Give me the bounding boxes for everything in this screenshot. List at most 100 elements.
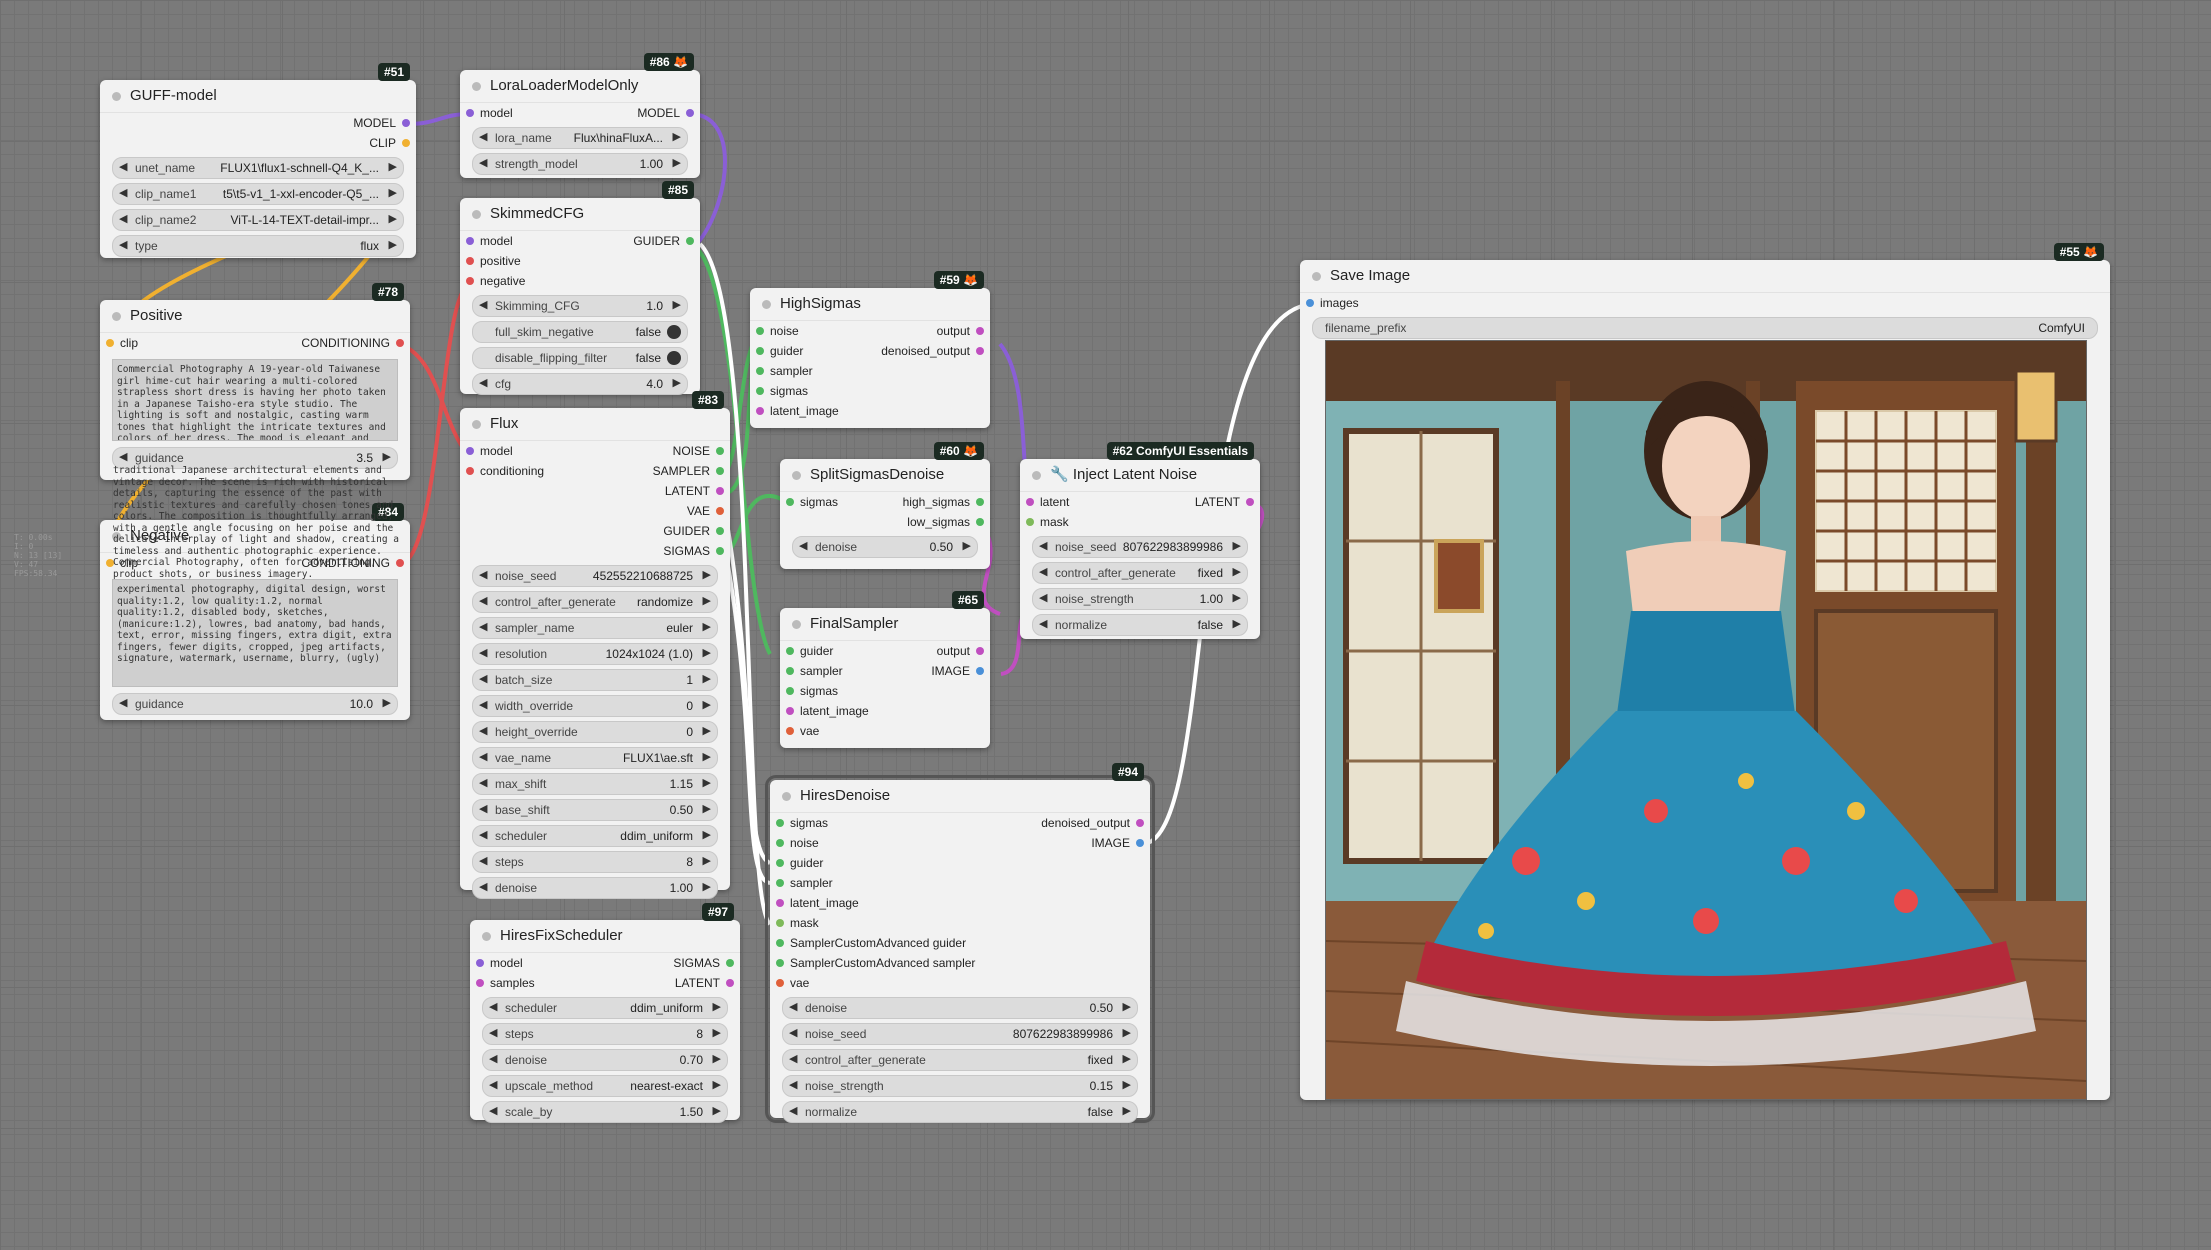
collapse-dot-icon[interactable] bbox=[472, 210, 481, 219]
widget-resolution[interactable]: ◀ resolution 1024x1024 (1.0) ▶ bbox=[472, 643, 718, 665]
input-socket-icon[interactable] bbox=[476, 979, 484, 987]
io-model[interactable]: model MODEL bbox=[460, 103, 700, 123]
output-vae[interactable]: VAE bbox=[460, 501, 730, 521]
input-socket-icon[interactable] bbox=[776, 859, 784, 867]
collapse-dot-icon[interactable] bbox=[482, 932, 491, 941]
arrow-left-icon[interactable]: ◀ bbox=[489, 1052, 497, 1065]
io-model-sigmas[interactable]: model SIGMAS bbox=[470, 953, 740, 973]
arrow-right-icon[interactable]: ▶ bbox=[703, 880, 711, 893]
input-sca-guider[interactable]: SamplerCustomAdvanced guider bbox=[770, 933, 1150, 953]
output-latent[interactable]: LATENT bbox=[460, 481, 730, 501]
input-socket-icon[interactable] bbox=[466, 447, 474, 455]
arrow-left-icon[interactable]: ◀ bbox=[789, 1052, 797, 1065]
node-title[interactable]: GUFF-model bbox=[100, 80, 416, 113]
toggle-knob-icon[interactable] bbox=[667, 325, 681, 339]
arrow-left-icon[interactable]: ◀ bbox=[1039, 591, 1047, 604]
arrow-right-icon[interactable]: ▶ bbox=[1233, 617, 1241, 630]
node-title[interactable]: Flux bbox=[460, 408, 730, 441]
collapse-dot-icon[interactable] bbox=[762, 300, 771, 309]
widget-skimming-cfg[interactable]: ◀ Skimming_CFG 1.0 ▶ bbox=[472, 295, 688, 317]
collapse-dot-icon[interactable] bbox=[472, 82, 481, 91]
arrow-left-icon[interactable]: ◀ bbox=[1039, 539, 1047, 552]
input-socket-icon[interactable] bbox=[466, 277, 474, 285]
node-title[interactable]: SplitSigmasDenoise bbox=[780, 459, 990, 492]
io-noise-output[interactable]: noise output bbox=[750, 321, 990, 341]
node-title[interactable]: 🔧 Inject Latent Noise bbox=[1020, 459, 1260, 492]
input-latent-image[interactable]: latent_image bbox=[780, 701, 990, 721]
widget-control-after-generate[interactable]: ◀ control_after_generate fixed ▶ bbox=[1032, 562, 1248, 584]
arrow-right-icon[interactable]: ▶ bbox=[703, 620, 711, 633]
arrow-right-icon[interactable]: ▶ bbox=[963, 539, 971, 552]
output-socket-icon[interactable] bbox=[402, 139, 410, 147]
input-socket-icon[interactable] bbox=[776, 879, 784, 887]
collapse-dot-icon[interactable] bbox=[1032, 471, 1041, 480]
arrow-left-icon[interactable]: ◀ bbox=[479, 880, 487, 893]
node-guff-model[interactable]: #51 GUFF-model MODEL CLIP ◀ unet_name FLUX… bbox=[100, 63, 416, 258]
widget-strength-model[interactable]: ◀ strength_model 1.00 ▶ bbox=[472, 153, 688, 175]
arrow-right-icon[interactable]: ▶ bbox=[713, 1104, 721, 1117]
input-socket-icon[interactable] bbox=[756, 387, 764, 395]
input-sigmas[interactable]: sigmas bbox=[780, 681, 990, 701]
io-sigmas-denoised[interactable]: sigmas denoised_output bbox=[770, 813, 1150, 833]
input-socket-icon[interactable] bbox=[1026, 498, 1034, 506]
widget-width-override[interactable]: ◀ width_override 0 ▶ bbox=[472, 695, 718, 717]
arrow-right-icon[interactable]: ▶ bbox=[703, 776, 711, 789]
arrow-right-icon[interactable]: ▶ bbox=[1123, 1078, 1131, 1091]
output-socket-icon[interactable] bbox=[716, 547, 724, 555]
input-sigmas[interactable]: sigmas bbox=[750, 381, 990, 401]
output-socket-icon[interactable] bbox=[976, 347, 984, 355]
widget-noise-strength[interactable]: ◀ noise_strength 1.00 ▶ bbox=[1032, 588, 1248, 610]
arrow-left-icon[interactable]: ◀ bbox=[119, 696, 127, 709]
arrow-left-icon[interactable]: ◀ bbox=[479, 750, 487, 763]
input-socket-icon[interactable] bbox=[776, 979, 784, 987]
arrow-left-icon[interactable]: ◀ bbox=[789, 1000, 797, 1013]
io-guider-output[interactable]: guider output bbox=[780, 641, 990, 661]
arrow-right-icon[interactable]: ▶ bbox=[1233, 565, 1241, 578]
toggle-full-skim-negative[interactable]: full_skim_negative false bbox=[472, 321, 688, 343]
node-final-sampler[interactable]: #65 FinalSampler guider output sampler IMA… bbox=[780, 591, 990, 748]
widget-unet-name[interactable]: ◀ unet_name FLUX1\flux1-schnell-Q4_K_... ▶ bbox=[112, 157, 404, 179]
widget-normalize[interactable]: ◀ normalize false ▶ bbox=[1032, 614, 1248, 636]
widget-clip-name2[interactable]: ◀ clip_name2 ViT-L-14-TEXT-detail-impr... ▶ bbox=[112, 209, 404, 231]
widget-steps[interactable]: ◀ steps 8 ▶ bbox=[482, 1023, 728, 1045]
arrow-right-icon[interactable]: ▶ bbox=[713, 1078, 721, 1091]
output-socket-icon[interactable] bbox=[726, 979, 734, 987]
input-socket-icon[interactable] bbox=[476, 959, 484, 967]
node-positive-prompt[interactable]: #78 Positive clip CONDITIONING Commercial… bbox=[100, 283, 410, 480]
io-model-guider[interactable]: model GUIDER bbox=[460, 231, 700, 251]
widget-denoise[interactable]: ◀ denoise 0.50 ▶ bbox=[792, 536, 978, 558]
prompt-textarea[interactable]: experimental photography, digital design… bbox=[112, 579, 398, 687]
arrow-right-icon[interactable]: ▶ bbox=[1123, 1026, 1131, 1039]
widget-normalize[interactable]: ◀ normalize false ▶ bbox=[782, 1101, 1138, 1123]
io-latent[interactable]: latent LATENT bbox=[1020, 492, 1260, 512]
io-noise-image[interactable]: noise IMAGE bbox=[770, 833, 1150, 853]
io-guider-denoised[interactable]: guider denoised_output bbox=[750, 341, 990, 361]
input-mask[interactable]: mask bbox=[1020, 512, 1260, 532]
output-socket-icon[interactable] bbox=[716, 467, 724, 475]
node-title[interactable]: SkimmedCFG bbox=[460, 198, 700, 231]
arrow-right-icon[interactable]: ▶ bbox=[1123, 1000, 1131, 1013]
arrow-right-icon[interactable]: ▶ bbox=[389, 212, 397, 225]
input-socket-icon[interactable] bbox=[776, 819, 784, 827]
arrow-left-icon[interactable]: ◀ bbox=[789, 1104, 797, 1117]
input-mask[interactable]: mask bbox=[770, 913, 1150, 933]
arrow-right-icon[interactable]: ▶ bbox=[383, 696, 391, 709]
arrow-right-icon[interactable]: ▶ bbox=[673, 130, 681, 143]
widget-filename-prefix[interactable]: filename_prefix ComfyUI bbox=[1312, 317, 2098, 339]
arrow-right-icon[interactable]: ▶ bbox=[1123, 1104, 1131, 1117]
io-conditioning-sampler[interactable]: conditioning SAMPLER bbox=[460, 461, 730, 481]
arrow-right-icon[interactable]: ▶ bbox=[703, 672, 711, 685]
node-split-sigmas-denoise[interactable]: #60 🦊 SplitSigmasDenoise sigmas high_sigm… bbox=[780, 442, 990, 569]
arrow-right-icon[interactable]: ▶ bbox=[713, 1026, 721, 1039]
input-socket-icon[interactable] bbox=[1306, 299, 1314, 307]
io-sigmas-high[interactable]: sigmas high_sigmas bbox=[780, 492, 990, 512]
arrow-right-icon[interactable]: ▶ bbox=[1233, 539, 1241, 552]
input-socket-icon[interactable] bbox=[466, 237, 474, 245]
arrow-right-icon[interactable]: ▶ bbox=[389, 186, 397, 199]
widget-steps[interactable]: ◀ steps 8 ▶ bbox=[472, 851, 718, 873]
widget-scheduler[interactable]: ◀ scheduler ddim_uniform ▶ bbox=[472, 825, 718, 847]
collapse-dot-icon[interactable] bbox=[472, 420, 481, 429]
arrow-left-icon[interactable]: ◀ bbox=[119, 212, 127, 225]
arrow-left-icon[interactable]: ◀ bbox=[479, 298, 487, 311]
arrow-right-icon[interactable]: ▶ bbox=[673, 376, 681, 389]
